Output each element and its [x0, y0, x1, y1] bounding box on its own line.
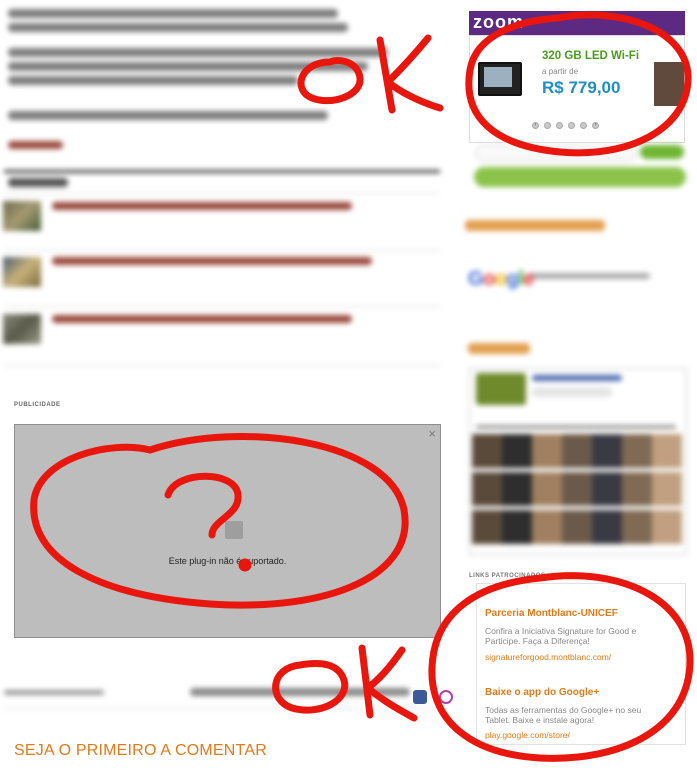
annotation-ellipse-product — [465, 11, 692, 157]
annotation-letter-o — [297, 57, 364, 105]
annotation-letter-k — [376, 34, 444, 114]
annotation-letter-o — [272, 660, 349, 714]
annotation-question-dot — [238, 558, 252, 572]
annotation-ellipse-links — [428, 572, 694, 762]
annotation-letter-k — [358, 644, 418, 722]
annotation-question-mark — [164, 472, 242, 539]
red-annotation-layer — [30, 11, 694, 762]
